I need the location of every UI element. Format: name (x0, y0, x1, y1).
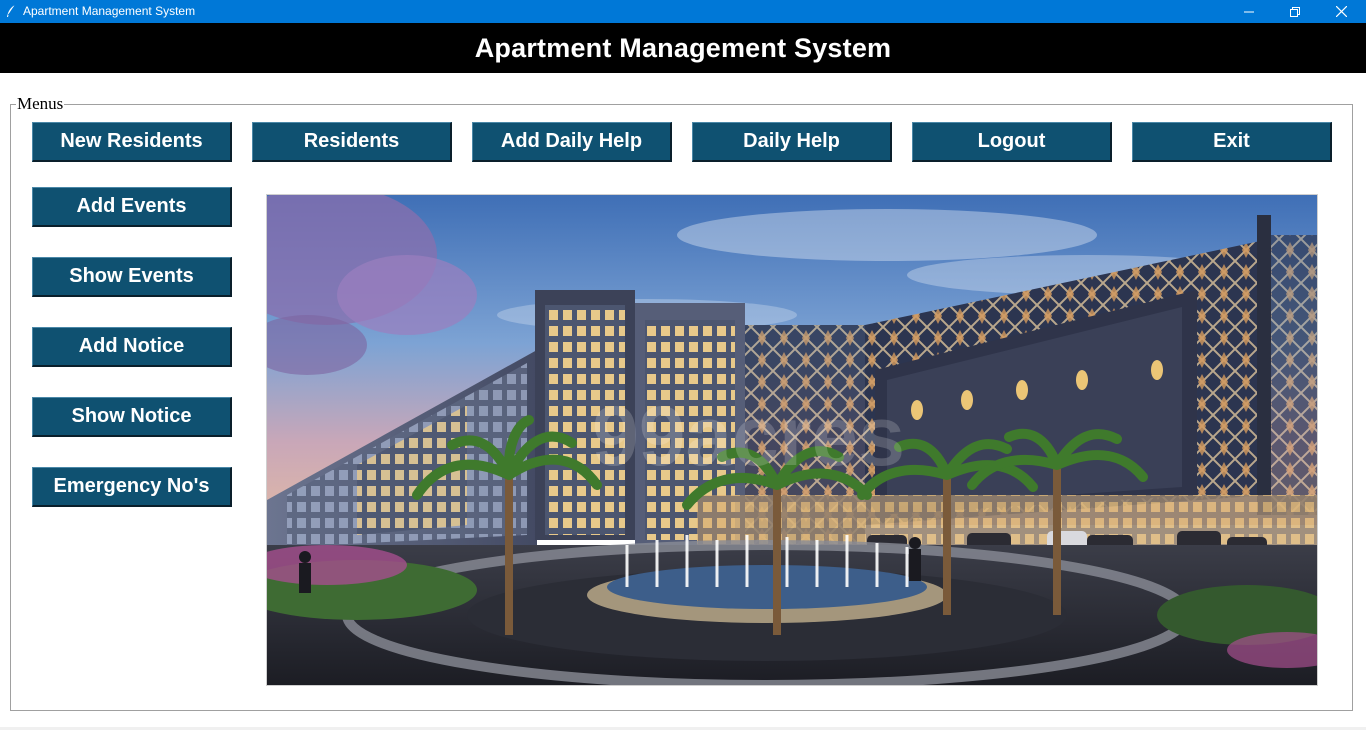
show-events-button[interactable]: Show Events (32, 257, 232, 297)
minimize-button[interactable] (1226, 0, 1272, 23)
add-daily-help-button[interactable]: Add Daily Help (472, 122, 672, 162)
logout-button[interactable]: Logout (912, 122, 1112, 162)
apartment-photo: 99acres (266, 194, 1318, 686)
feather-icon (5, 4, 17, 18)
show-notice-button[interactable]: Show Notice (32, 397, 232, 437)
new-residents-button[interactable]: New Residents (32, 122, 232, 162)
close-button[interactable] (1318, 0, 1364, 23)
residents-button[interactable]: Residents (252, 122, 452, 162)
watermark-text: 99acres (592, 389, 905, 483)
add-events-button[interactable]: Add Events (32, 187, 232, 227)
restore-icon (1290, 6, 1300, 17)
window-title: Apartment Management System (23, 4, 196, 18)
add-notice-button[interactable]: Add Notice (32, 327, 232, 367)
exit-button[interactable]: Exit (1132, 122, 1332, 162)
emergency-numbers-button[interactable]: Emergency No's (32, 467, 232, 507)
minimize-icon (1244, 7, 1254, 17)
page-title: Apartment Management System (474, 32, 892, 63)
menus-label: Menus (16, 94, 65, 114)
header-banner: Apartment Management System (0, 23, 1366, 73)
daily-help-button[interactable]: Daily Help (692, 122, 892, 162)
window-titlebar: Apartment Management System (0, 0, 1366, 23)
restore-button[interactable] (1272, 0, 1318, 23)
close-icon (1335, 6, 1347, 17)
